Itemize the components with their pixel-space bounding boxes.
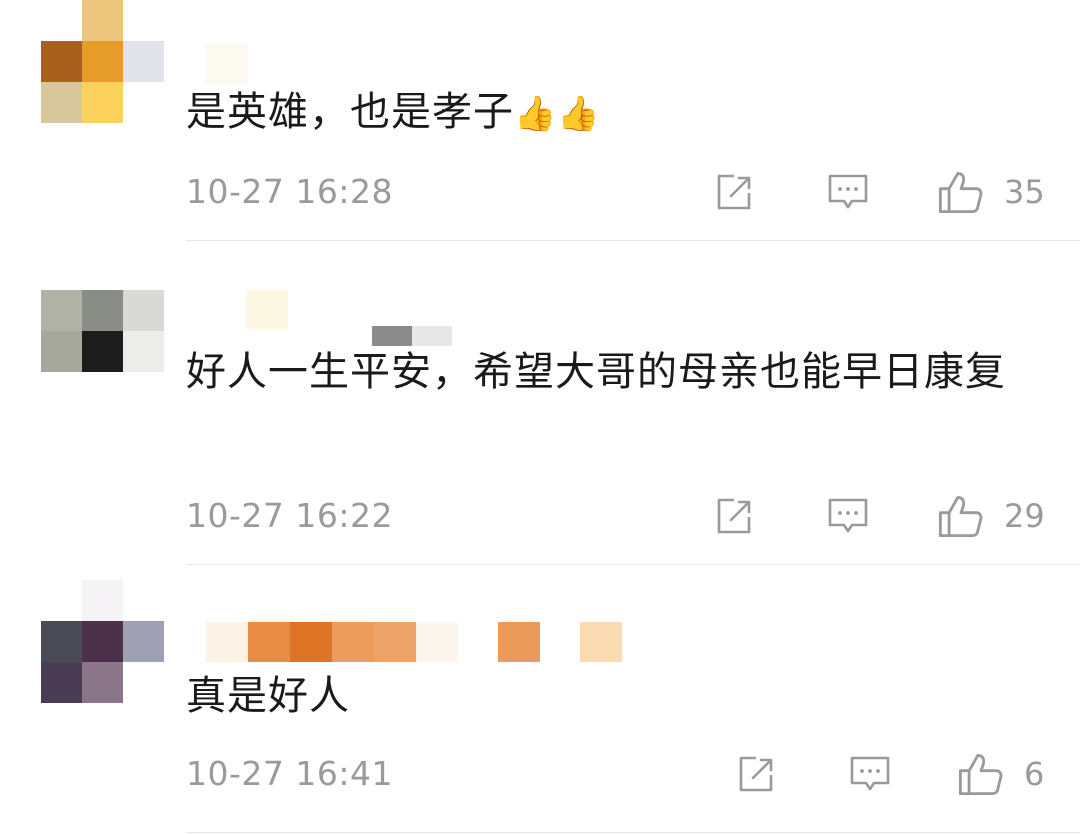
divider — [186, 240, 1080, 241]
like-count: 29 — [1004, 497, 1045, 535]
comment-item: 好人一生平安，希望大哥的母亲也能早日康复 10-27 16:22 29 — [0, 242, 1080, 566]
like-count: 35 — [1004, 173, 1045, 211]
comment-actions: 29 — [710, 494, 1050, 542]
like-icon[interactable] — [956, 750, 1004, 798]
like-icon[interactable] — [936, 492, 984, 540]
comment-text: 真是好人 — [186, 673, 350, 719]
divider — [186, 564, 1080, 565]
share-icon[interactable] — [712, 170, 756, 214]
avatar[interactable] — [41, 580, 165, 704]
like-icon[interactable] — [936, 168, 984, 216]
comment-item: 是英雄，也是孝子👍👍 10-27 16:28 35 — [0, 0, 1080, 242]
avatar[interactable] — [41, 0, 165, 124]
reply-icon[interactable] — [848, 752, 892, 796]
username-blurred[interactable] — [246, 290, 290, 330]
comment-item: 真是好人 10-27 16:41 6 — [0, 566, 1080, 834]
comment-text: 是英雄，也是孝子👍👍 — [186, 80, 1056, 146]
username-blurred[interactable] — [206, 44, 250, 84]
reply-icon[interactable] — [826, 170, 870, 214]
username-blurred[interactable] — [206, 622, 622, 662]
divider — [186, 832, 1080, 833]
comment-text-content: 是英雄，也是孝子 — [186, 89, 514, 135]
comment-actions: 35 — [710, 170, 1050, 218]
comment-actions: 6 — [732, 752, 1052, 800]
reply-icon[interactable] — [826, 494, 870, 538]
like-count: 6 — [1024, 755, 1045, 793]
comment-timestamp: 10-27 16:22 — [186, 496, 393, 535]
comment-timestamp: 10-27 16:28 — [186, 172, 393, 211]
share-icon[interactable] — [712, 494, 756, 538]
comment-text: 好人一生平安，希望大哥的母亲也能早日康复 — [186, 349, 1006, 395]
comment-timestamp: 10-27 16:41 — [186, 754, 393, 793]
share-icon[interactable] — [734, 752, 778, 796]
thumbs-up-emoji: 👍👍 — [514, 94, 601, 134]
avatar[interactable] — [41, 290, 165, 414]
